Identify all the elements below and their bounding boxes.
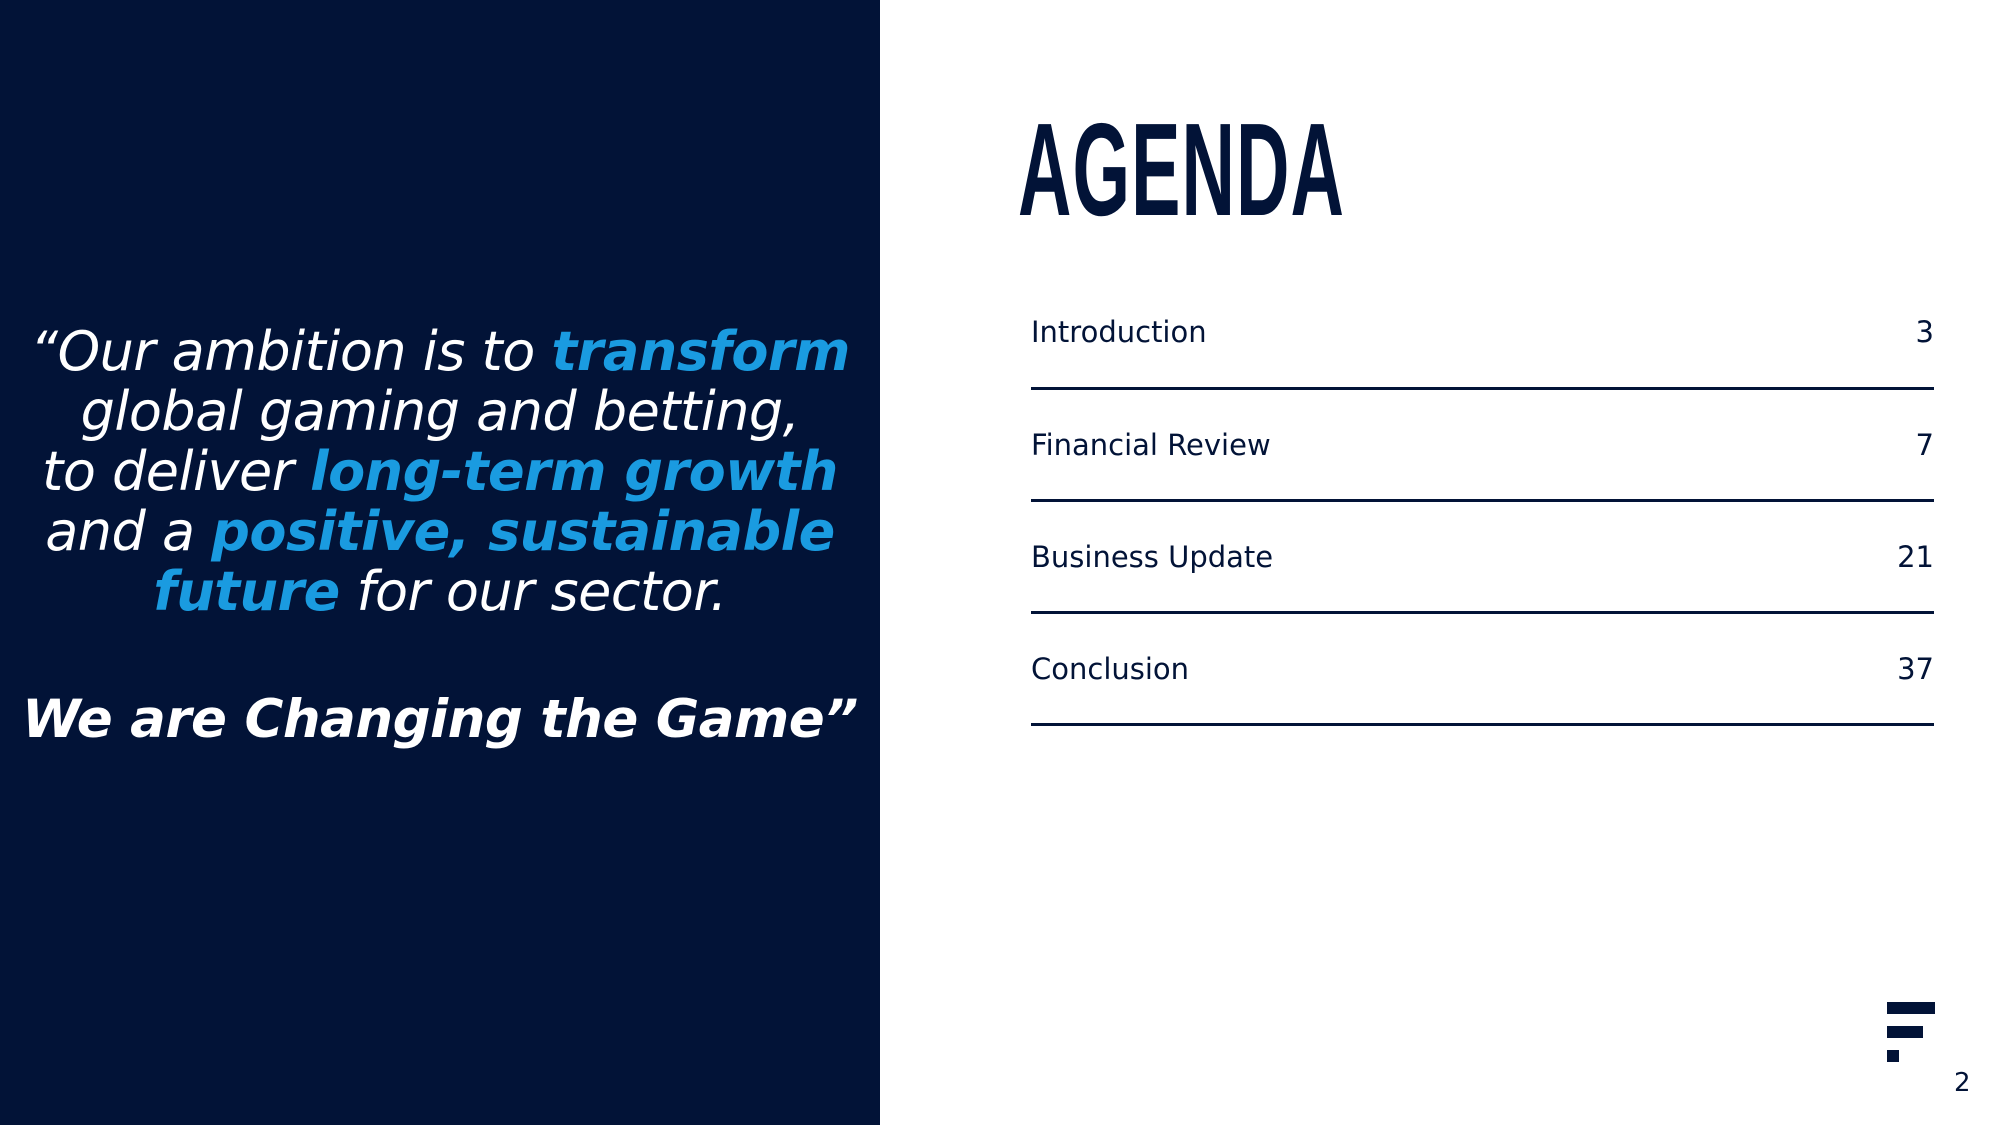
quote-highlight: positive, sustainable	[211, 500, 835, 563]
quote-text: “Our ambition is to	[30, 320, 552, 383]
agenda-item-page: 21	[1897, 540, 1934, 574]
agenda-item-page: 3	[1915, 315, 1934, 349]
quote-line-4: and a positive, sustainable	[0, 502, 880, 562]
quote-line-2: global gaming and betting,	[80, 380, 800, 443]
quote-highlight: transform	[551, 320, 850, 383]
agenda-item-label: Business Update	[1031, 540, 1274, 574]
logo-bar-top	[1887, 1002, 1935, 1014]
quote-line-5: future for our sector.	[0, 562, 880, 622]
logo-bar-middle	[1887, 1026, 1923, 1038]
company-logo-f-icon	[1887, 1002, 1937, 1064]
agenda-item-conclusion[interactable]: Conclusion 37	[1031, 614, 1934, 726]
page-title: AGENDA	[1018, 96, 1346, 243]
agenda-item-introduction[interactable]: Introduction 3	[1031, 300, 1934, 390]
quote-line-1: “Our ambition is to transform	[0, 322, 880, 382]
agenda-item-page: 7	[1915, 428, 1934, 462]
quote-highlight: long-term growth	[310, 440, 838, 503]
quote-text: to deliver	[42, 440, 311, 503]
agenda-item-label: Conclusion	[1031, 652, 1190, 686]
agenda-item-page: 37	[1897, 652, 1934, 686]
quote-text: and a	[45, 500, 212, 563]
agenda-item-financial-review[interactable]: Financial Review 7	[1031, 390, 1934, 502]
quote-panel: “Our ambition is to transform global gam…	[0, 0, 880, 1125]
ambition-quote: “Our ambition is to transform global gam…	[0, 322, 880, 622]
logo-bar-bottom	[1887, 1050, 1899, 1062]
agenda-item-label: Financial Review	[1031, 428, 1271, 462]
agenda-item-business-update[interactable]: Business Update 21	[1031, 502, 1934, 614]
quote-highlight: future	[153, 560, 340, 623]
quote-text: for our sector.	[339, 560, 727, 623]
agenda-list: Introduction 3 Financial Review 7 Busine…	[1031, 300, 1934, 726]
agenda-item-label: Introduction	[1031, 315, 1207, 349]
tagline: We are Changing the Game”	[22, 689, 858, 750]
quote-line-3: to deliver long-term growth	[0, 442, 880, 502]
page-number: 2	[1954, 1068, 1971, 1098]
